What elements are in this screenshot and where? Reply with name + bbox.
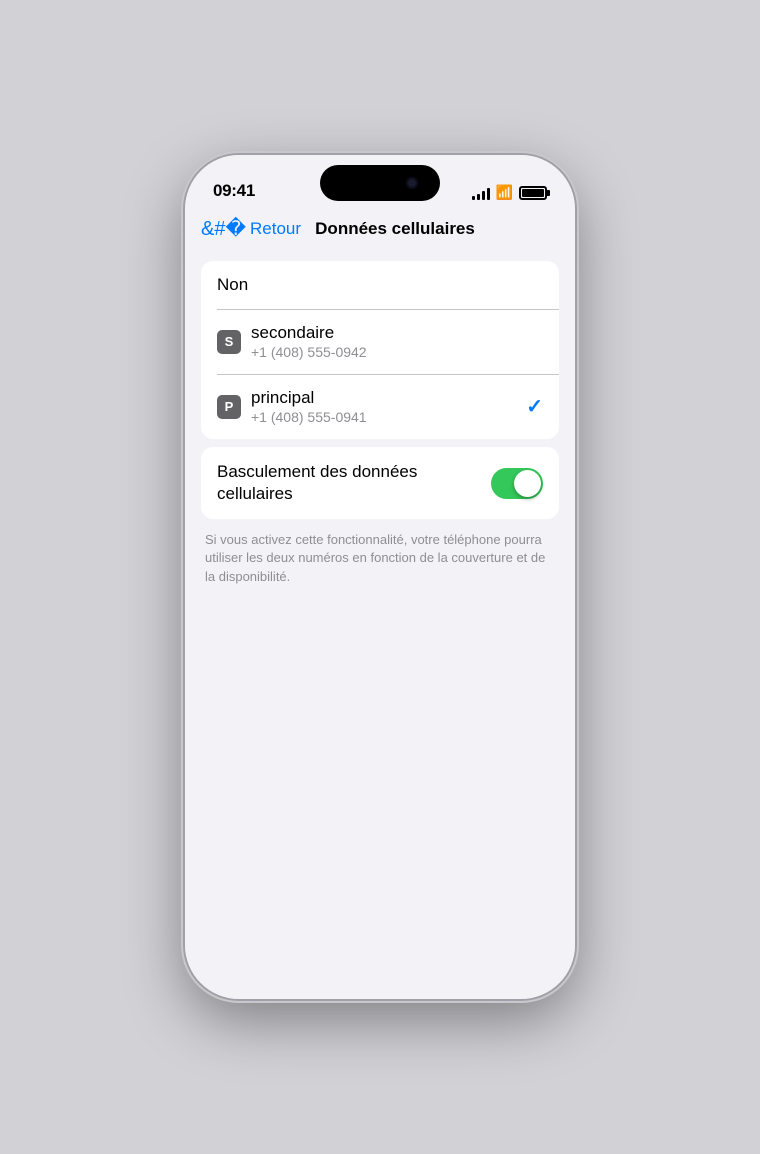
none-option-row[interactable]: Non — [201, 261, 559, 309]
wifi-icon: 📶 — [496, 184, 513, 201]
data-switching-card: Basculement des données cellulaires — [201, 447, 559, 519]
sim-number-principal: +1 (408) 555-0941 — [251, 409, 367, 425]
status-time: 09:41 — [213, 181, 255, 201]
sim-row-principal[interactable]: P principal +1 (408) 555-0941 ✓ — [201, 374, 559, 439]
status-icons: 📶 — [472, 184, 547, 201]
sim-badge-s: S — [217, 330, 241, 354]
sim-selection-card: Non S secondaire +1 (408) 555-0942 — [201, 261, 559, 439]
selected-checkmark: ✓ — [526, 394, 543, 419]
status-bar: 09:41 📶 — [185, 155, 575, 209]
sim-row-secondaire[interactable]: S secondaire +1 (408) 555-0942 — [201, 309, 559, 374]
sim-name-principal: principal — [251, 388, 367, 408]
none-label: Non — [217, 275, 248, 295]
toggle-label: Basculement des données cellulaires — [217, 461, 491, 505]
battery-icon — [519, 186, 547, 200]
back-label[interactable]: Retour — [250, 219, 301, 239]
chevron-left-icon: &#� — [201, 216, 246, 241]
content-area: Non S secondaire +1 (408) 555-0942 — [185, 253, 575, 999]
sim-name-secondaire: secondaire — [251, 323, 367, 343]
page-title: Données cellulaires — [301, 219, 489, 239]
toggle-knob — [514, 470, 541, 497]
sim-badge-p: P — [217, 395, 241, 419]
back-button[interactable]: &#� Retour — [201, 217, 301, 241]
phone-frame: 09:41 📶 &#� Retour — [185, 155, 575, 999]
camera-icon — [406, 177, 418, 189]
dynamic-island — [320, 165, 440, 201]
data-switching-toggle[interactable] — [491, 468, 543, 499]
screen: 09:41 📶 &#� Retour — [185, 155, 575, 999]
sim-number-secondaire: +1 (408) 555-0942 — [251, 344, 367, 360]
nav-bar: &#� Retour Données cellulaires — [185, 209, 575, 253]
help-text: Si vous activez cette fonctionnalité, vo… — [201, 527, 559, 594]
signal-icon — [472, 186, 490, 200]
